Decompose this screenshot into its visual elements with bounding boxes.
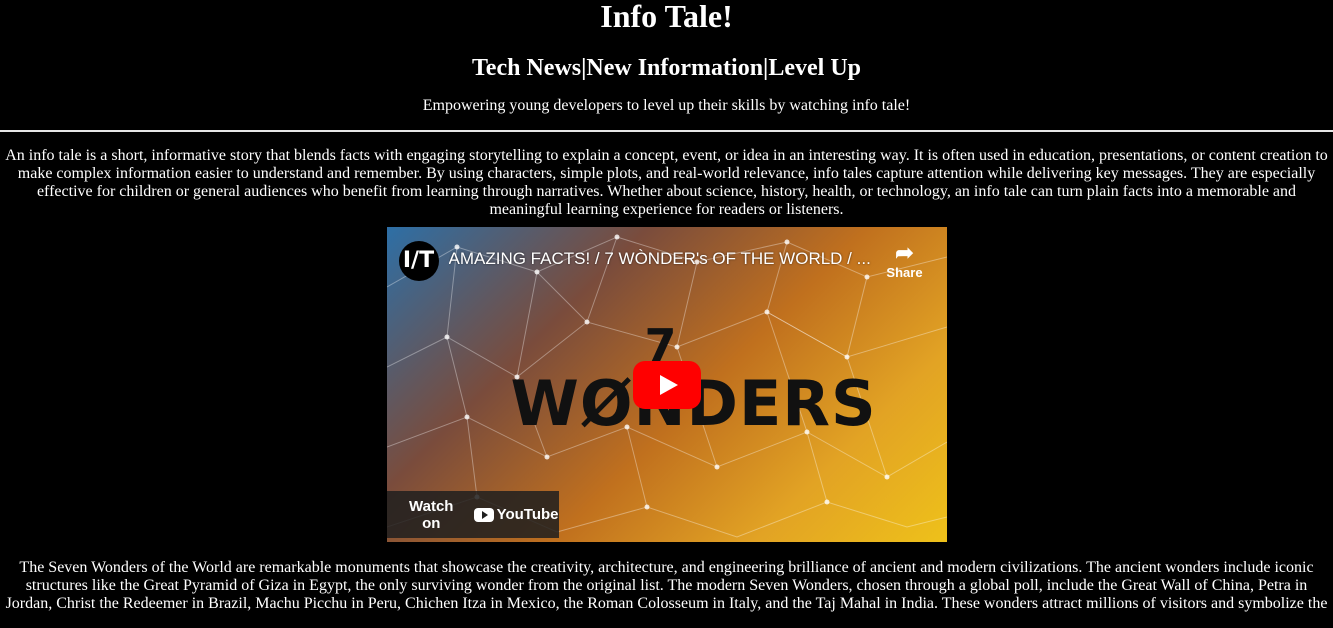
youtube-icon bbox=[474, 507, 494, 522]
tagline: Empowering young developers to level up … bbox=[422, 97, 911, 114]
page: Info Tale! Tech News|New Information|Lev… bbox=[0, 0, 1333, 628]
divider bbox=[0, 130, 1333, 132]
intro-paragraph: An info tale is a short, informative sto… bbox=[5, 147, 1328, 218]
page-subtitle: Tech News|New Information|Level Up bbox=[472, 55, 861, 81]
youtube-label: YouTube bbox=[496, 506, 559, 523]
wonders-paragraph: The Seven Wonders of the World are remar… bbox=[5, 559, 1328, 612]
video-embed[interactable]: I/T AMAZING FACTS! / 7 WÒNDER's OF THE W… bbox=[386, 227, 947, 542]
share-label: Share bbox=[886, 265, 923, 280]
channel-logo[interactable]: I/T bbox=[398, 241, 439, 281]
page-title: Info Tale! bbox=[600, 0, 733, 34]
video-title[interactable]: AMAZING FACTS! / 7 WÒNDER's OF THE WORLD… bbox=[449, 247, 889, 271]
watch-on-label: Watch on bbox=[409, 497, 454, 532]
share-icon: ➦ bbox=[895, 240, 914, 265]
watch-on-youtube-button[interactable]: Watch on YouTube bbox=[386, 491, 559, 538]
play-button[interactable] bbox=[632, 361, 701, 409]
share-button[interactable]: ➦ Share bbox=[883, 240, 927, 281]
